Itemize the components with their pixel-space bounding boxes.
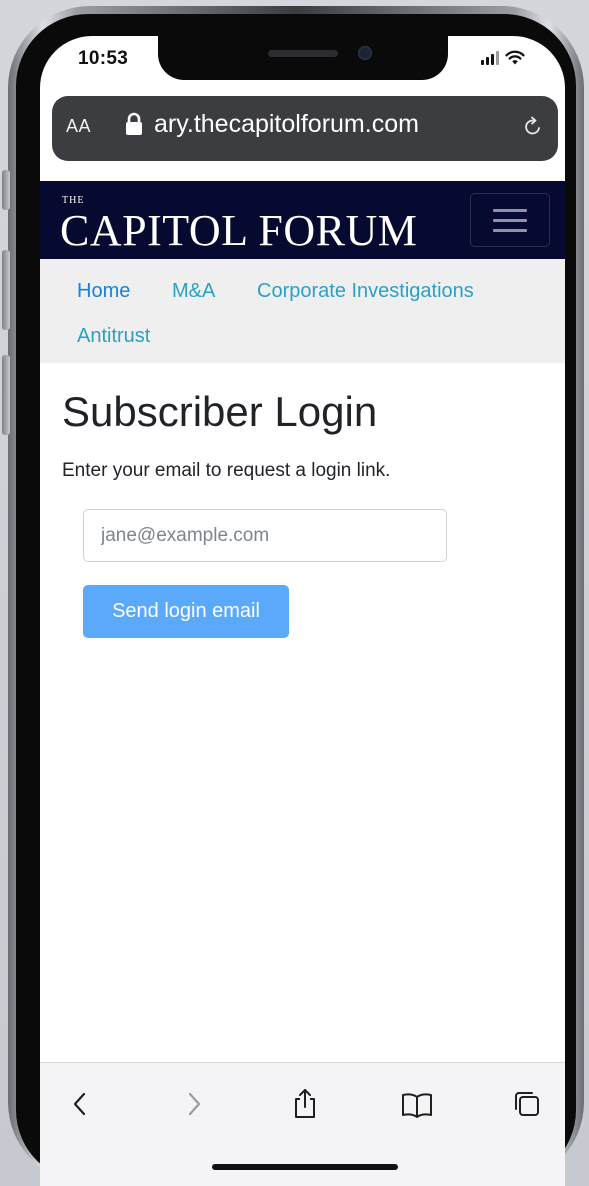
volume-up-button: [2, 250, 10, 330]
device-stage: 10:53 AA ary.thecapitolforum.com THE CAP…: [0, 0, 589, 1186]
login-instructions: Enter your email to request a login link…: [62, 460, 391, 481]
lock-icon: [126, 112, 142, 135]
page-title: Subscriber Login: [62, 388, 378, 435]
front-camera: [358, 46, 372, 60]
email-input[interactable]: [83, 509, 447, 562]
nav-mergers-acquisitions[interactable]: M&A: [172, 280, 215, 303]
send-login-email-button[interactable]: Send login email: [83, 585, 289, 638]
text-size-button[interactable]: AA: [66, 116, 91, 137]
mute-switch: [2, 170, 10, 210]
tabs-icon[interactable]: [510, 1087, 544, 1121]
status-icons: [481, 50, 525, 65]
status-time: 10:53: [78, 48, 129, 69]
phone-screen: 10:53 AA ary.thecapitolforum.com THE CAP…: [40, 36, 565, 1186]
nav-corporate-investigations[interactable]: Corporate Investigations: [257, 280, 474, 303]
menu-toggle-button[interactable]: [470, 193, 550, 247]
reload-icon[interactable]: [522, 116, 544, 138]
nav-home[interactable]: Home: [77, 280, 130, 303]
back-icon[interactable]: [64, 1087, 98, 1121]
address-bar[interactable]: AA ary.thecapitolforum.com: [52, 96, 558, 161]
site-nav: Home M&A Corporate Investigations Antitr…: [40, 259, 565, 363]
share-icon[interactable]: [288, 1087, 322, 1121]
site-logo[interactable]: CAPITOL FORUM: [60, 205, 417, 256]
nav-antitrust[interactable]: Antitrust: [77, 325, 150, 348]
bookmarks-icon[interactable]: [400, 1087, 434, 1121]
site-header: THE CAPITOL FORUM: [40, 181, 565, 259]
cellular-signal-icon: [481, 51, 499, 65]
notch: [158, 36, 448, 80]
hamburger-icon: [493, 209, 527, 212]
forward-icon[interactable]: [176, 1087, 210, 1121]
volume-down-button: [2, 355, 10, 435]
wifi-icon: [505, 50, 525, 65]
home-indicator[interactable]: [212, 1164, 398, 1170]
speaker: [268, 50, 338, 57]
url-text[interactable]: ary.thecapitolforum.com: [154, 110, 419, 139]
